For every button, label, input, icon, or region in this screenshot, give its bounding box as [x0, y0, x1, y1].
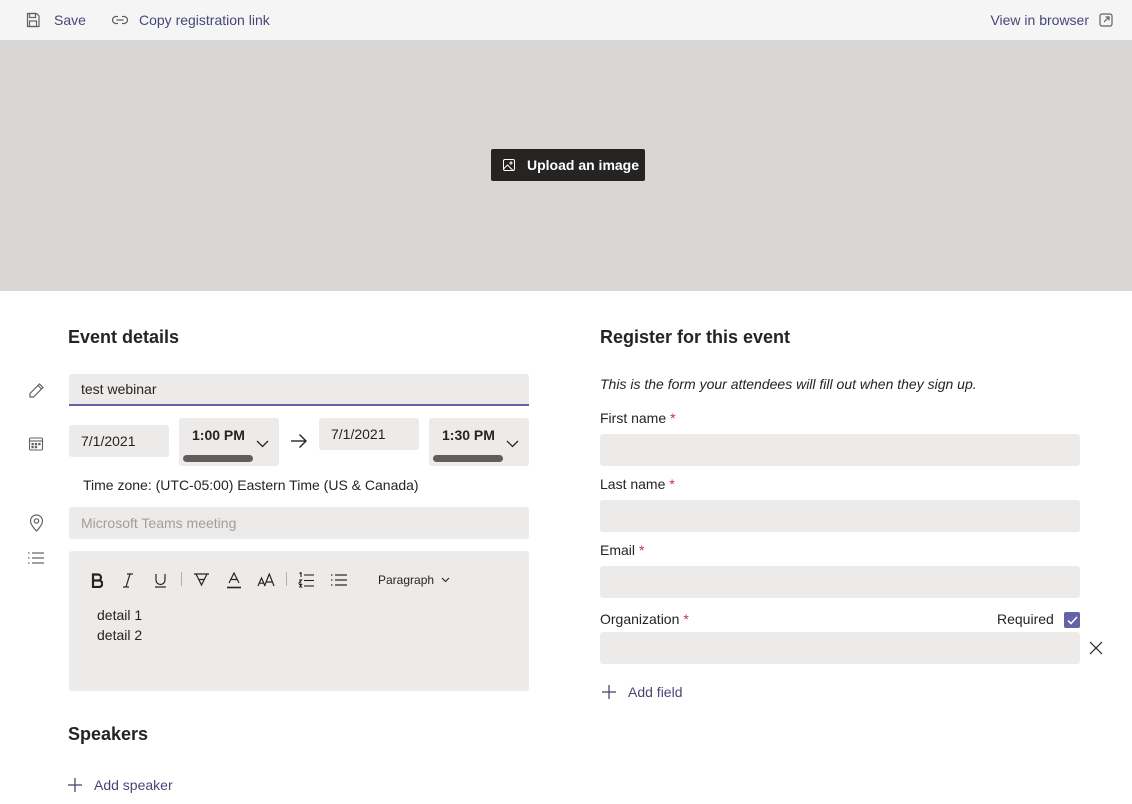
add-speaker-button[interactable]: Add speaker: [68, 777, 173, 793]
start-date-value: 7/1/2021: [81, 433, 136, 449]
register-heading: Register for this event: [600, 327, 791, 347]
editor-line: detail 1: [97, 607, 143, 623]
required-asterisk: *: [669, 476, 675, 492]
timezone-text: Time zone: (UTC-05:00) Eastern Time (US …: [83, 477, 419, 493]
copy-registration-link-button[interactable]: Copy registration link: [111, 0, 270, 40]
upload-image-label: Upload an image: [527, 157, 640, 173]
calendar-icon: [27, 435, 45, 453]
list-icon: [27, 549, 45, 567]
time-scrollbar[interactable]: [183, 455, 253, 462]
save-button[interactable]: Save: [25, 0, 86, 40]
email-input[interactable]: [600, 566, 1080, 598]
arrow-right-icon: [290, 433, 308, 454]
first-name-label-text: First name: [600, 410, 667, 426]
organization-label: Organization *: [600, 611, 689, 627]
close-icon: [1089, 641, 1103, 655]
required-checkbox[interactable]: [1064, 612, 1080, 628]
organization-input[interactable]: [600, 632, 1080, 664]
add-speaker-label: Add speaker: [94, 777, 173, 793]
link-icon: [111, 14, 129, 26]
start-time-select[interactable]: 1:00 PM: [179, 418, 279, 466]
highlight-icon[interactable]: [192, 571, 210, 589]
required-asterisk: *: [683, 611, 689, 627]
last-name-label-text: Last name: [600, 476, 666, 492]
editor-line: detail 2: [97, 627, 143, 643]
paragraph-style-dropdown[interactable]: Paragraph: [378, 571, 450, 589]
register-subtitle: This is the form your attendees will fil…: [600, 376, 977, 392]
chevron-down-icon: [256, 435, 269, 453]
end-date-value: 7/1/2021: [331, 426, 386, 442]
view-in-browser-label: View in browser: [990, 12, 1089, 28]
paragraph-style-label: Paragraph: [378, 573, 435, 587]
bold-button[interactable]: [89, 571, 105, 589]
end-time-select[interactable]: 1:30 PM: [429, 418, 529, 466]
required-toggle-label: Required: [997, 611, 1054, 627]
copy-link-label: Copy registration link: [139, 12, 270, 28]
location-input[interactable]: Microsoft Teams meeting: [69, 507, 529, 539]
add-field-label: Add field: [628, 684, 683, 700]
first-name-input[interactable]: [600, 434, 1080, 466]
start-date-input[interactable]: 7/1/2021: [69, 425, 169, 457]
numbered-list-icon[interactable]: [297, 571, 315, 589]
italic-button[interactable]: [120, 571, 136, 589]
save-icon: [25, 12, 41, 28]
event-title-value: test webinar: [81, 381, 157, 397]
last-name-input[interactable]: [600, 500, 1080, 532]
end-time-value: 1:30 PM: [442, 427, 495, 443]
event-title-input[interactable]: test webinar: [69, 374, 529, 406]
add-field-button[interactable]: Add field: [602, 684, 682, 700]
description-editor[interactable]: Paragraph detail 1 detail 2: [69, 551, 529, 691]
time-scrollbar[interactable]: [433, 455, 503, 462]
view-in-browser-button[interactable]: View in browser: [990, 0, 1113, 40]
bullet-list-icon[interactable]: [330, 571, 348, 589]
toolbar-divider: [286, 572, 287, 586]
underline-button[interactable]: [152, 571, 168, 589]
chevron-down-icon: [441, 577, 450, 583]
open-external-icon: [1099, 13, 1113, 27]
check-icon: [1066, 615, 1078, 625]
required-asterisk: *: [639, 542, 645, 558]
speakers-heading: Speakers: [68, 724, 149, 744]
last-name-label: Last name *: [600, 476, 675, 492]
first-name-label: First name *: [600, 410, 676, 426]
font-size-icon[interactable]: [257, 571, 275, 589]
location-pin-icon: [27, 514, 45, 532]
event-banner: Upload an image: [0, 40, 1132, 291]
chevron-down-icon: [506, 435, 519, 453]
image-icon: [503, 159, 515, 171]
plus-icon: [602, 685, 616, 699]
end-date-input[interactable]: 7/1/2021: [319, 418, 419, 450]
email-label-text: Email: [600, 542, 636, 558]
remove-field-button[interactable]: [1089, 641, 1103, 655]
top-toolbar: Save Copy registration link View in brow…: [0, 0, 1132, 40]
font-color-icon[interactable]: [225, 571, 243, 589]
pencil-icon: [27, 381, 45, 399]
location-placeholder: Microsoft Teams meeting: [81, 515, 237, 531]
start-time-value: 1:00 PM: [192, 427, 245, 443]
toolbar-divider: [181, 572, 182, 586]
required-asterisk: *: [670, 410, 676, 426]
email-label: Email *: [600, 542, 644, 558]
event-details-heading: Event details: [68, 327, 180, 347]
upload-image-button[interactable]: Upload an image: [491, 149, 645, 181]
save-label: Save: [54, 12, 86, 28]
plus-icon: [68, 778, 82, 792]
organization-label-text: Organization: [600, 611, 680, 627]
